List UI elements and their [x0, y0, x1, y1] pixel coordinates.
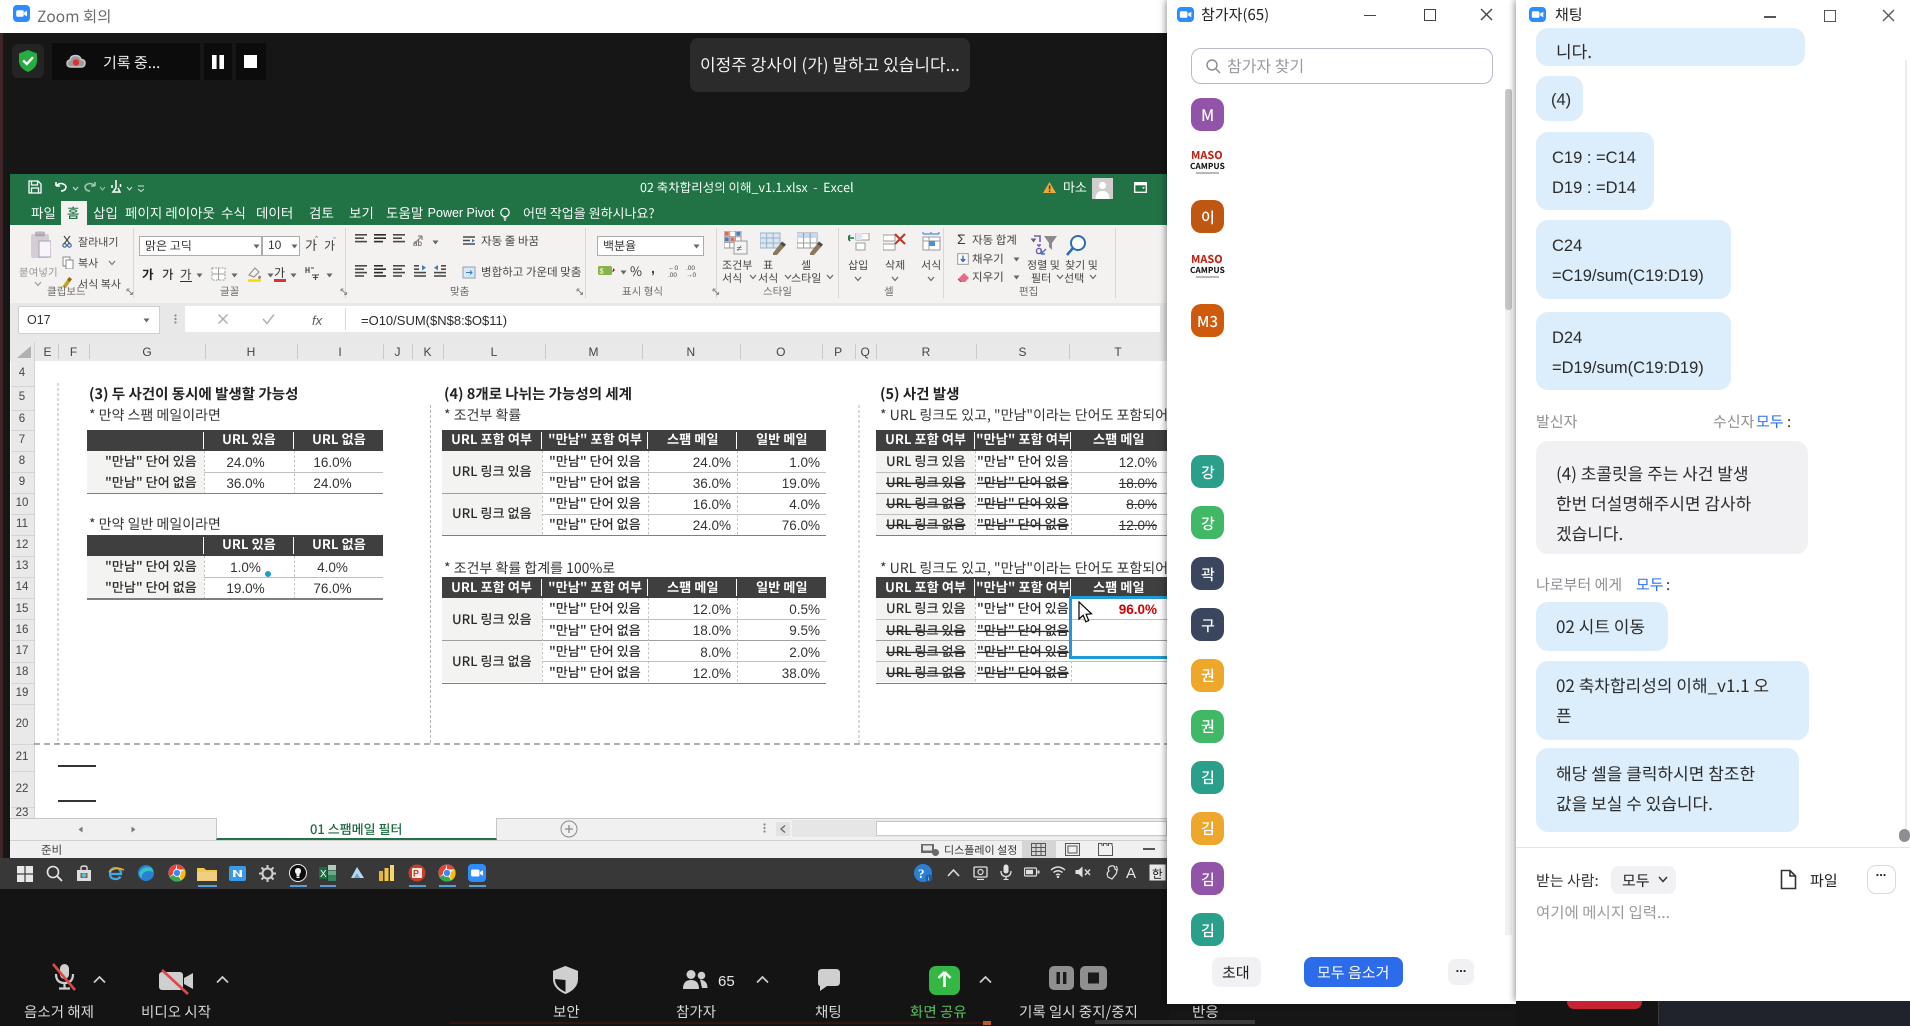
svg-text:X: X	[320, 869, 327, 880]
svg-text:P: P	[413, 869, 419, 879]
svg-text:→0: →0	[686, 272, 697, 277]
svg-text:?: ?	[918, 866, 925, 881]
svg-text:.00: .00	[668, 272, 677, 277]
svg-text:≠: ≠	[737, 244, 743, 255]
svg-text:.00: .00	[686, 265, 695, 272]
svg-text:ab: ab	[413, 239, 422, 247]
svg-text:←0: ←0	[668, 265, 679, 272]
svg-text:i: i	[928, 877, 929, 883]
